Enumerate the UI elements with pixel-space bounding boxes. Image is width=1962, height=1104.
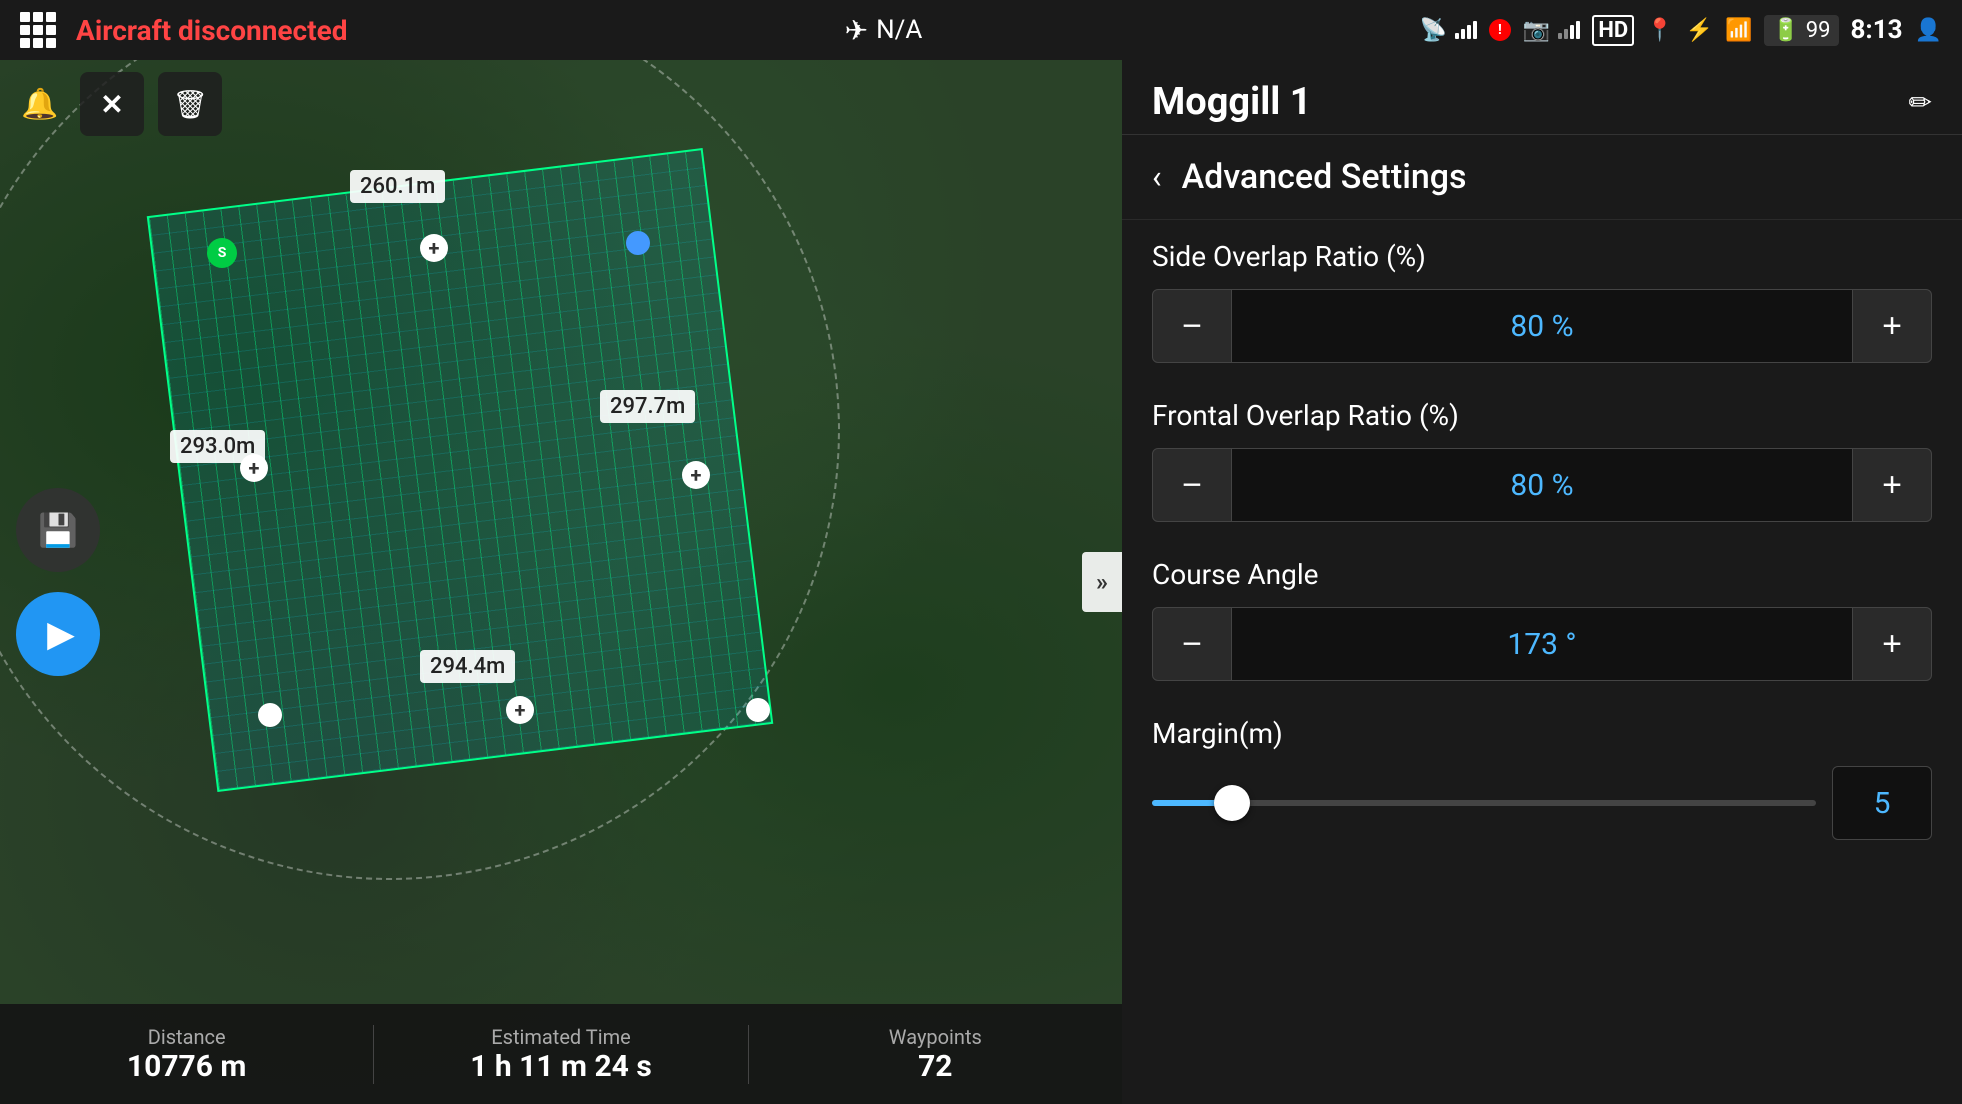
margin-section: Margin(m) 5 [1152,717,1932,840]
corner-handle-br[interactable] [746,698,770,722]
stat-time: Estimated Time 1 h 11 m 24 s [374,1025,748,1084]
status-bar-left: Aircraft disconnected [20,12,347,48]
advanced-settings-title: Advanced Settings [1182,157,1467,197]
map-pin-icon: 📍 [1646,18,1673,43]
side-overlap-section: Side Overlap Ratio (%) − 80 % + [1152,240,1932,363]
rc-signal-bars [1455,21,1477,39]
aircraft-status-text: Aircraft disconnected [76,14,347,47]
side-overlap-label: Side Overlap Ratio (%) [1152,240,1932,273]
settings-content: Side Overlap Ratio (%) − 80 % + Frontal … [1122,220,1962,1104]
panel-title: Moggill 1 [1152,80,1312,124]
stat-waypoints: Waypoints 72 [749,1025,1122,1084]
margin-input-row: 5 [1152,766,1932,840]
course-angle-section: Course Angle − 173 ° + [1152,558,1932,681]
frontal-overlap-value[interactable]: 80 % [1232,448,1852,522]
drone-icon: ✈ [845,14,868,47]
margin-slider-thumb[interactable] [1214,785,1250,821]
close-icon: ✕ [100,88,123,121]
delete-button[interactable]: 🗑 [158,72,222,136]
bluetooth-icon: ⚡ [1686,18,1713,43]
wifi-icon: 📶 [1725,18,1752,43]
frontal-overlap-input-row: − 80 % + [1152,448,1932,522]
rc-icon: 📡 [1420,18,1447,43]
add-handle-bottom[interactable]: + [506,696,534,724]
edit-button[interactable]: ✏ [1909,86,1932,119]
time-value: 1 h 11 m 24 s [470,1049,652,1084]
close-button[interactable]: ✕ [80,72,144,136]
trash-icon: 🗑 [172,88,208,121]
side-overlap-plus-button[interactable]: + [1852,289,1932,363]
side-overlap-minus-button[interactable]: − [1152,289,1232,363]
video-signal-bars [1558,21,1580,39]
stats-bar: Distance 10776 m Estimated Time 1 h 11 m… [0,1004,1122,1104]
course-angle-minus-button[interactable]: − [1152,607,1232,681]
battery-group: 🔋 99 [1764,15,1838,46]
side-overlap-input-row: − 80 % + [1152,289,1932,363]
corner-handle-tr[interactable] [626,231,650,255]
course-angle-label: Course Angle [1152,558,1932,591]
add-handle-right[interactable]: + [682,461,710,489]
panel-header: Moggill 1 ✏ [1122,60,1962,135]
battery-icon: 🔋 [1772,18,1799,43]
video-signal-group: 📷 [1523,18,1580,43]
course-angle-plus-button[interactable]: + [1852,607,1932,681]
frontal-overlap-section: Frontal Overlap Ratio (%) − 80 % + [1152,399,1932,522]
bell-icon: 🔔 [21,87,58,122]
grid-menu-icon[interactable] [20,12,56,48]
right-panel: Moggill 1 ✏ ‹ Advanced Settings Side Ove… [1122,60,1962,1104]
stat-distance: Distance 10776 m [0,1025,374,1084]
add-handle-top[interactable]: + [420,234,448,262]
status-bar: Aircraft disconnected ✈ N/A 📡 ! 📷 [0,0,1962,60]
action-buttons: 💾 ▶ [16,488,100,676]
chevron-right-icon: » [1096,568,1108,596]
warning-icon: ! [1489,19,1511,41]
dist-label-right: 297.7m [600,390,695,423]
collapse-panel-button[interactable]: » [1082,552,1122,612]
margin-slider-container[interactable] [1152,783,1816,823]
status-bar-right: 📡 ! 📷 HD 📍 ⚡ 📶 🔋 99 8:13 [1420,15,1943,46]
back-button[interactable]: ‹ [1152,158,1162,196]
play-icon: ▶ [47,613,75,655]
corner-handle-bl[interactable] [258,703,282,727]
save-button[interactable]: 💾 [16,488,100,572]
frontal-overlap-minus-button[interactable]: − [1152,448,1232,522]
map-area: 260.1m 293.0m 297.7m 294.4m S + + + + ✕ … [0,60,1122,1104]
time-display: 8:13 [1851,15,1903,45]
dist-label-bottom: 294.4m [420,650,515,683]
play-button[interactable]: ▶ [16,592,100,676]
video-icon: 📷 [1523,18,1550,43]
start-handle[interactable]: S [207,238,237,268]
distance-value: 10776 m [127,1049,247,1084]
waypoints-label: Waypoints [889,1025,982,1049]
advanced-settings-header: ‹ Advanced Settings [1122,135,1962,220]
margin-label: Margin(m) [1152,717,1932,750]
dist-label-top: 260.1m [350,170,445,203]
course-angle-value[interactable]: 173 ° [1232,607,1852,681]
na-label: N/A [876,15,922,45]
person-icon: 👤 [1915,18,1942,43]
time-label: Estimated Time [491,1025,630,1049]
waypoints-value: 72 [918,1049,952,1084]
side-overlap-value[interactable]: 80 % [1232,289,1852,363]
main-content: 260.1m 293.0m 297.7m 294.4m S + + + + ✕ … [0,60,1962,1104]
margin-slider-track [1152,800,1816,806]
margin-value[interactable]: 5 [1832,766,1932,840]
course-angle-input-row: − 173 ° + [1152,607,1932,681]
battery-percent: 99 [1806,18,1831,43]
map-toolbar: ✕ 🗑 [80,72,222,136]
status-bar-center: ✈ N/A [347,14,1419,47]
frontal-overlap-label: Frontal Overlap Ratio (%) [1152,399,1932,432]
distance-label: Distance [148,1025,226,1049]
hd-badge: HD [1592,15,1634,46]
rc-signal-group: 📡 [1420,18,1477,43]
notification-button[interactable]: 🔔 [10,74,70,134]
save-icon: 💾 [38,511,78,549]
frontal-overlap-plus-button[interactable]: + [1852,448,1932,522]
add-handle-left[interactable]: + [240,454,268,482]
